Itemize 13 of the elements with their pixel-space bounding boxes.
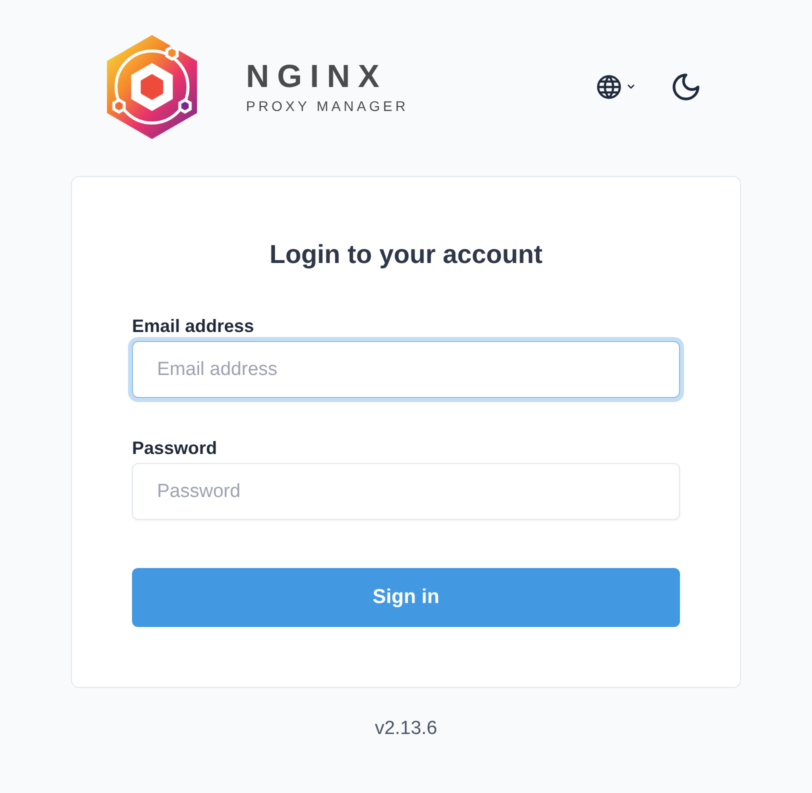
login-title: Login to your account bbox=[268, 239, 544, 270]
brand-title: NGINX bbox=[246, 60, 388, 92]
theme-toggle-button[interactable] bbox=[670, 71, 702, 103]
language-button[interactable] bbox=[596, 74, 636, 100]
sign-in-button[interactable]: Sign in bbox=[132, 568, 680, 627]
field-label: Password bbox=[132, 438, 218, 459]
input-field[interactable]: Email address bbox=[132, 341, 680, 398]
moon-icon bbox=[670, 71, 702, 103]
brand-subtitle: PROXY MANAGER bbox=[246, 98, 408, 114]
field-label: Email address bbox=[132, 316, 256, 337]
version-text: v2.13.6 bbox=[374, 718, 438, 740]
caret-icon bbox=[626, 83, 636, 91]
globe-icon bbox=[596, 74, 622, 100]
